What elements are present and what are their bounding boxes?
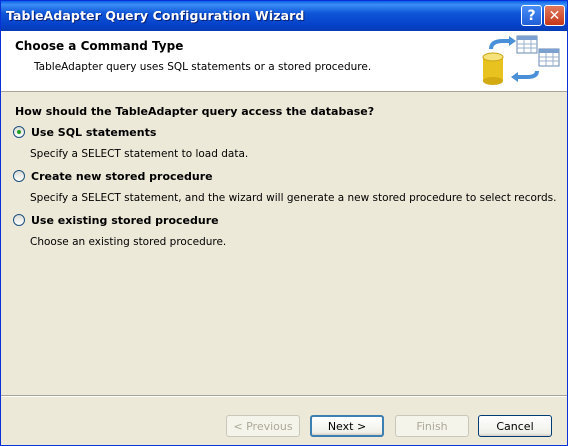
create-new-stored-procedure-description: Specify a SELECT statement, and the wiza…: [30, 192, 557, 204]
page-subtitle: TableAdapter query uses SQL statements o…: [34, 61, 372, 73]
close-icon: ✕: [548, 7, 561, 24]
title-bar[interactable]: TableAdapter Query Configuration Wizard …: [1, 1, 567, 31]
use-sql-statements-radio[interactable]: [13, 126, 25, 138]
wizard-window: TableAdapter Query Configuration Wizard …: [0, 0, 568, 446]
help-button[interactable]: ?: [521, 5, 542, 26]
cancel-button[interactable]: Cancel: [478, 415, 552, 437]
database-table-icon: [482, 35, 560, 85]
finish-button[interactable]: Finish: [395, 415, 469, 437]
use-existing-stored-procedure-label[interactable]: Use existing stored procedure: [31, 214, 219, 227]
help-icon: ?: [527, 7, 536, 24]
previous-button[interactable]: < Previous: [226, 415, 300, 437]
create-new-stored-procedure-radio[interactable]: [13, 170, 25, 182]
use-existing-stored-procedure-radio[interactable]: [13, 214, 25, 226]
use-sql-statements-label[interactable]: Use SQL statements: [31, 126, 156, 139]
footer-divider: [1, 395, 567, 397]
create-new-stored-procedure-label[interactable]: Create new stored procedure: [31, 170, 213, 183]
access-question: How should the TableAdapter query access…: [15, 105, 375, 118]
page-title: Choose a Command Type: [15, 39, 184, 53]
use-sql-statements-description: Specify a SELECT statement to load data.: [30, 148, 249, 160]
close-button[interactable]: ✕: [544, 5, 565, 26]
next-button[interactable]: Next >: [310, 415, 384, 437]
use-existing-stored-procedure-description: Choose an existing stored procedure.: [30, 236, 227, 248]
window-title: TableAdapter Query Configuration Wizard: [6, 8, 305, 23]
